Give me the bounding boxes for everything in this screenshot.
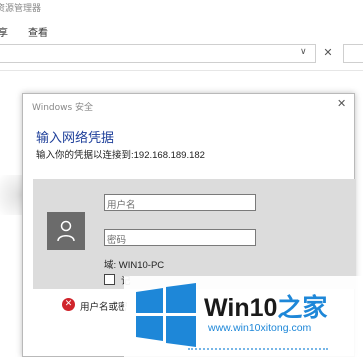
- watermark-brand-suffix: 之家: [277, 294, 328, 322]
- menu-item-view[interactable]: 查看: [28, 24, 48, 39]
- explorer-menu-bar: 享 查看: [0, 20, 363, 40]
- address-dropdown-chevron-icon[interactable]: ∨: [300, 47, 307, 57]
- password-field[interactable]: 密码: [104, 229, 256, 246]
- dialog-subtitle: 输入你的凭据以连接到:192.168.189.182: [36, 150, 205, 161]
- dialog-heading: 输入网络凭据: [36, 130, 115, 145]
- address-bar[interactable]: [0, 44, 316, 63]
- windows-logo-icon: [136, 283, 196, 347]
- menu-item-share[interactable]: 享: [0, 24, 8, 39]
- search-box[interactable]: [343, 44, 363, 63]
- username-field[interactable]: 用户名: [104, 194, 256, 211]
- explorer-title: 资源管理器: [0, 4, 42, 14]
- user-icon: [57, 220, 75, 242]
- remember-checkbox[interactable]: [104, 274, 115, 285]
- error-icon: ✕: [62, 298, 75, 311]
- credential-panel: 用户名 密码 域: WIN10-PC 记: [33, 179, 356, 289]
- watermark-url: www.win10xitong.com: [208, 322, 312, 334]
- error-message: 用户名或密: [80, 302, 128, 313]
- explorer-title-bar: 资源管理器: [0, 0, 363, 18]
- watermark-dots: [188, 348, 328, 354]
- watermark-brand-prefix: Win10: [204, 294, 278, 322]
- watermark: Win10之家 www.win10xitong.com: [124, 276, 363, 357]
- watermark-brand: Win10之家: [204, 288, 327, 324]
- dialog-title: Windows 安全: [32, 103, 94, 113]
- avatar: [47, 212, 85, 250]
- divider: [0, 70, 363, 71]
- close-icon[interactable]: ✕: [337, 97, 346, 110]
- domain-label: 域: WIN10-PC: [104, 260, 165, 271]
- address-clear-icon[interactable]: ✕: [320, 44, 336, 63]
